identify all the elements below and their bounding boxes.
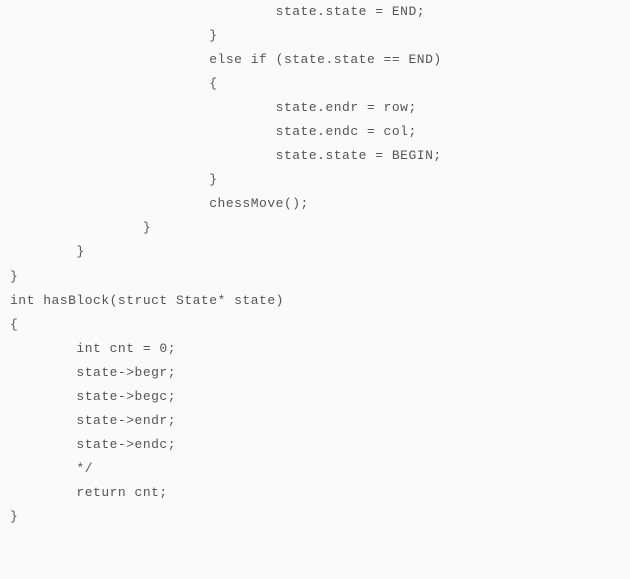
code-line: { [10, 313, 620, 337]
code-line: { [10, 72, 620, 96]
code-line: chessMove(); [10, 192, 620, 216]
code-line: state->begc; [10, 385, 620, 409]
code-line: state.endc = col; [10, 120, 620, 144]
code-line: */ [10, 457, 620, 481]
code-line: state->endr; [10, 409, 620, 433]
code-line: state->begr; [10, 361, 620, 385]
code-line: } [10, 168, 620, 192]
code-block: state.state = END; } else if (state.stat… [0, 0, 630, 529]
code-line: } [10, 505, 620, 529]
code-line: state->endc; [10, 433, 620, 457]
code-line: } [10, 216, 620, 240]
code-line: int cnt = 0; [10, 337, 620, 361]
code-line: return cnt; [10, 481, 620, 505]
code-line: state.state = BEGIN; [10, 144, 620, 168]
code-line: state.state = END; [10, 0, 620, 24]
code-line: int hasBlock(struct State* state) [10, 289, 620, 313]
code-line: } [10, 265, 620, 289]
code-line: state.endr = row; [10, 96, 620, 120]
code-line: } [10, 240, 620, 264]
code-line: } [10, 24, 620, 48]
code-line: else if (state.state == END) [10, 48, 620, 72]
